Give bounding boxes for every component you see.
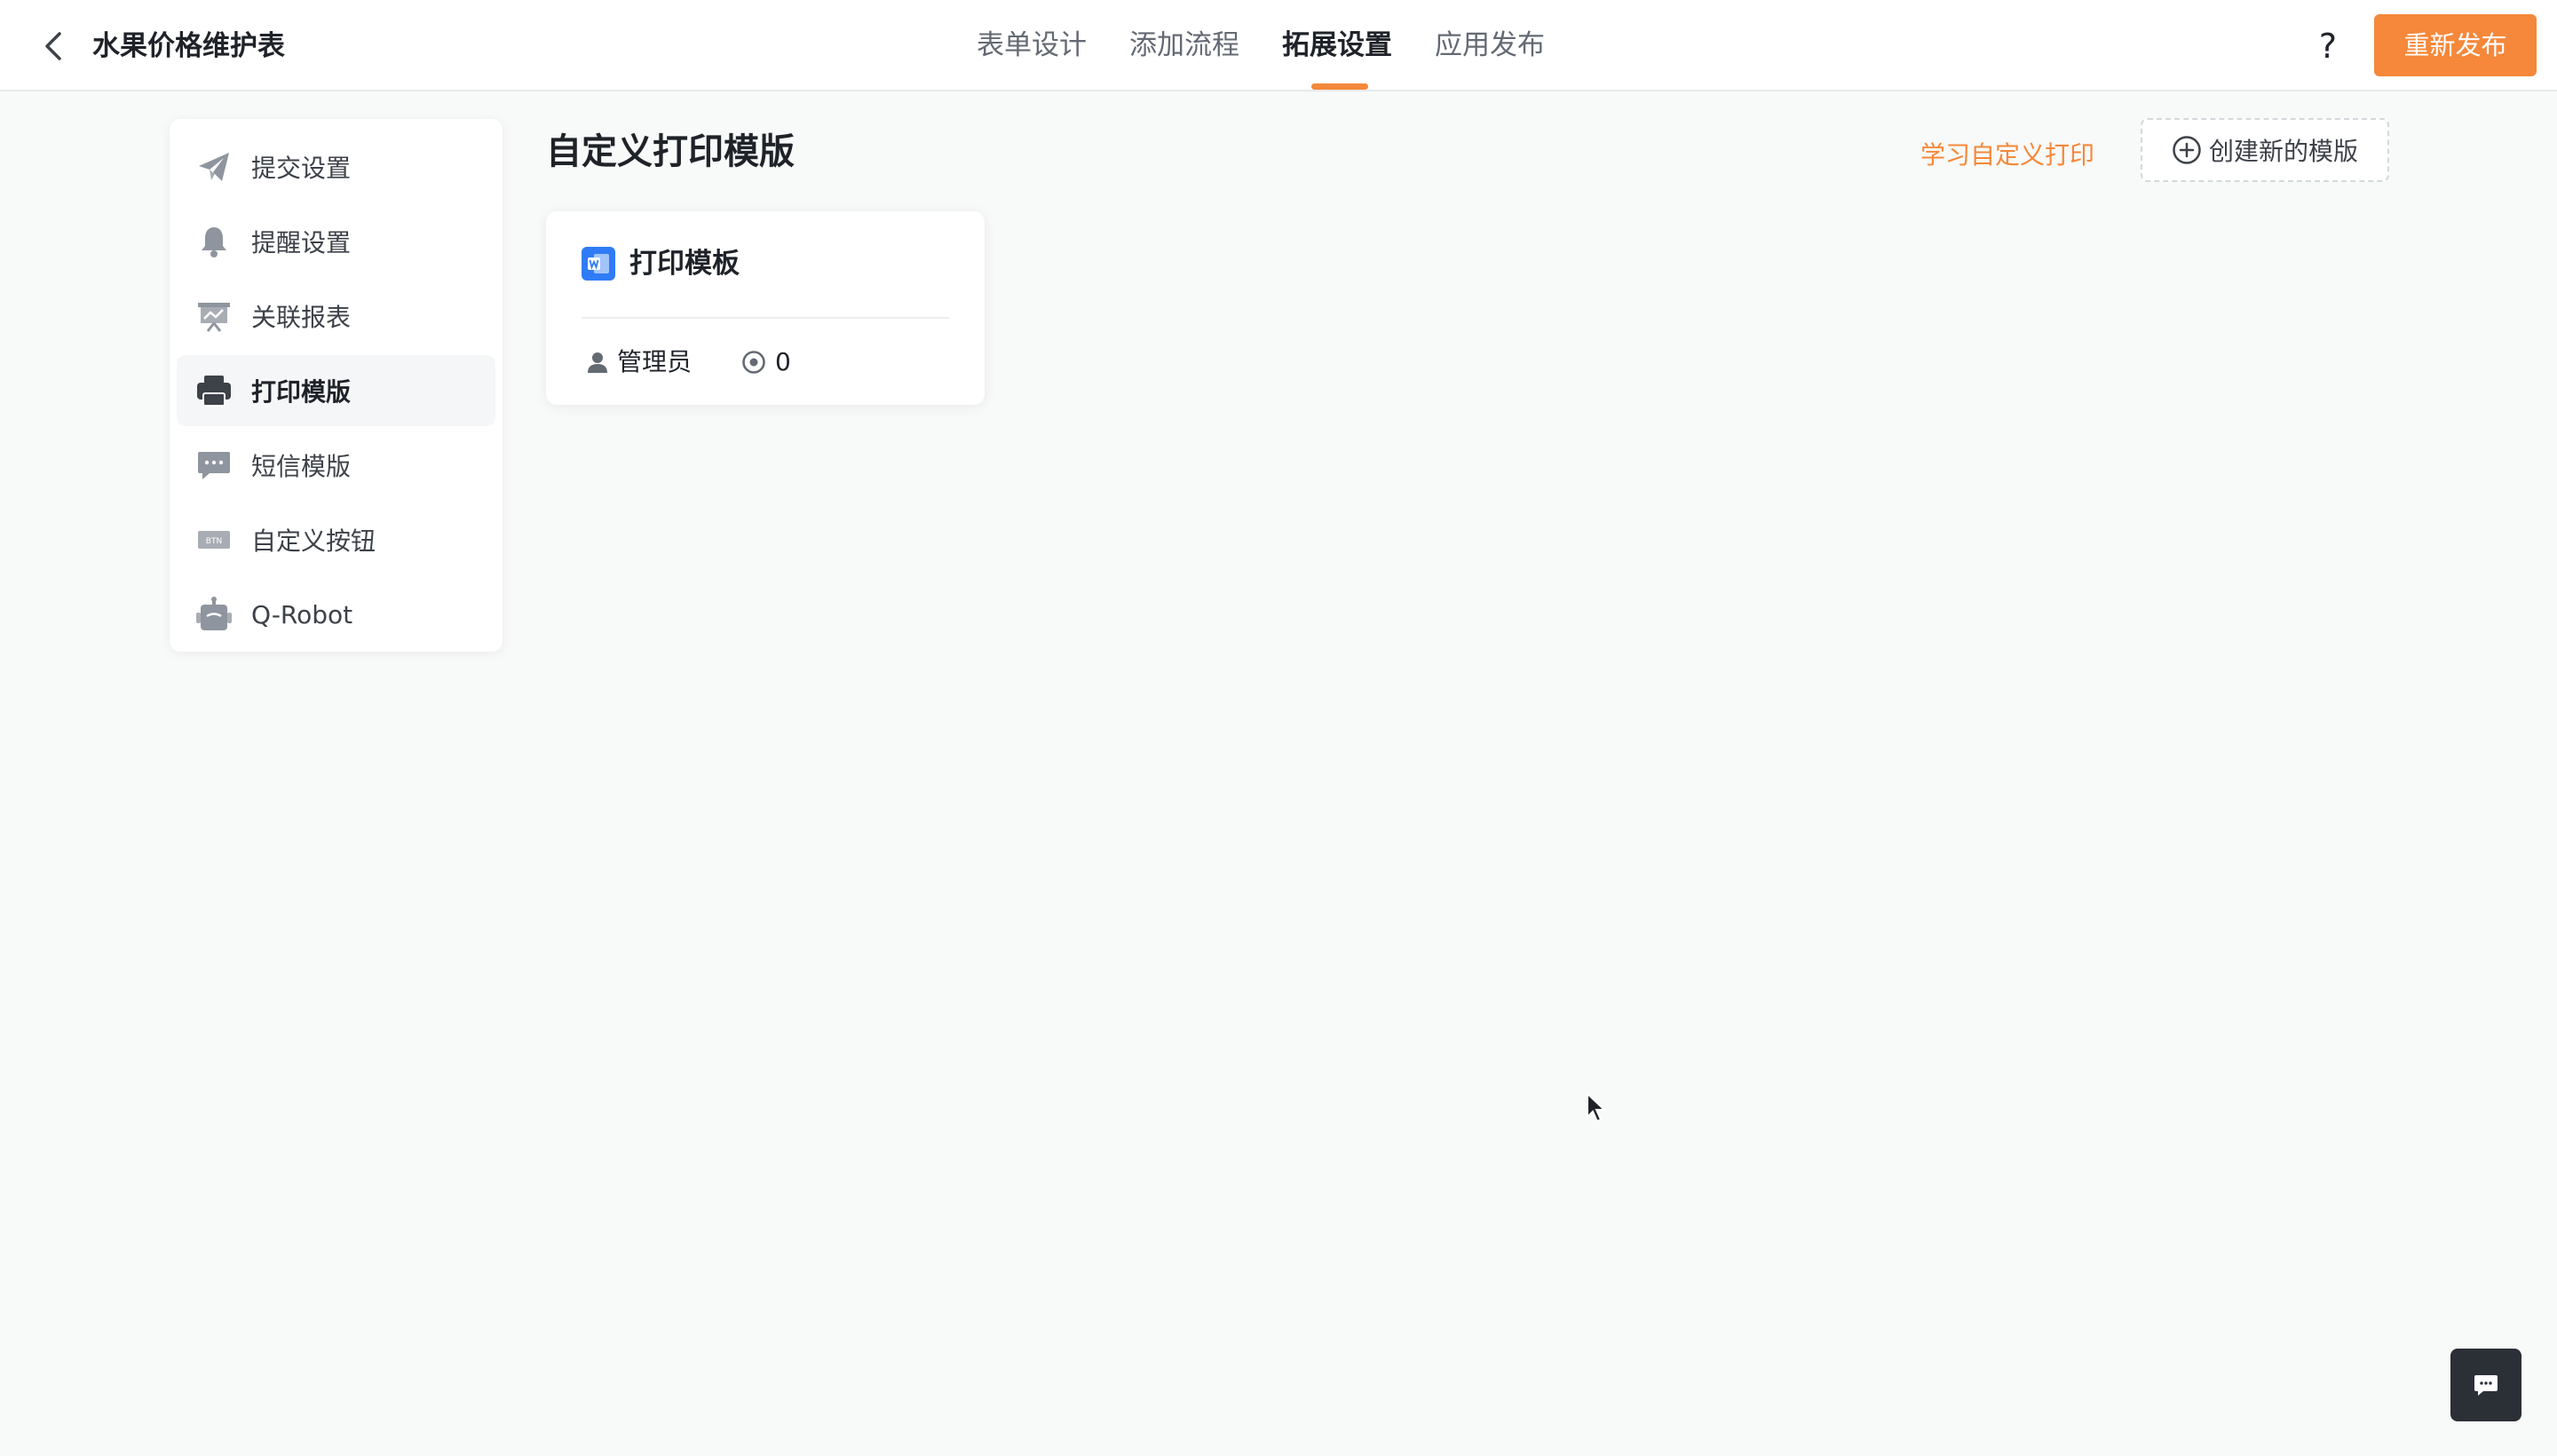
printer-icon — [196, 373, 232, 408]
sidebar-item-linked-reports[interactable]: 关联报表 — [177, 281, 495, 352]
message-icon — [196, 447, 232, 483]
btn-icon: BTN — [196, 522, 232, 558]
template-card[interactable]: 打印模板 管理员 0 — [546, 211, 985, 405]
chevron-left-icon — [45, 32, 61, 60]
target-icon — [741, 350, 766, 375]
sidebar-item-reminder-settings[interactable]: 提醒设置 — [177, 206, 495, 277]
plus-circle-icon — [2172, 135, 2202, 165]
sidebar-item-label: 短信模版 — [251, 452, 352, 481]
tab-bar: 表单设计 添加流程 拓展设置 应用发布 — [977, 0, 1587, 91]
sidebar-item-sms-templates[interactable]: 短信模版 — [177, 430, 495, 501]
sidebar-item-submit-settings[interactable]: 提交设置 — [177, 131, 495, 202]
help-button[interactable]: ? — [2310, 25, 2346, 67]
svg-text:BTN: BTN — [206, 537, 222, 546]
send-icon — [196, 149, 232, 185]
tab-extension-settings[interactable]: 拓展设置 — [1282, 0, 1392, 91]
tab-form-design[interactable]: 表单设计 — [977, 0, 1087, 91]
learn-custom-print-link[interactable]: 学习自定义打印 — [1920, 138, 2094, 173]
republish-button[interactable]: 重新发布 — [2374, 14, 2537, 76]
template-owner: 管理员 — [587, 344, 692, 380]
sidebar-item-label: 自定义按钮 — [251, 526, 376, 556]
sidebar-item-custom-buttons[interactable]: BTN 自定义按钮 — [177, 504, 495, 575]
sidebar-item-label: 提醒设置 — [251, 228, 352, 257]
chat-icon — [2474, 1373, 2498, 1397]
user-icon — [587, 351, 608, 374]
top-bar: 水果价格维护表 表单设计 添加流程 拓展设置 应用发布 ? 重新发布 — [0, 0, 2557, 91]
template-name: 打印模板 — [629, 248, 740, 280]
bell-icon — [196, 224, 232, 259]
template-usage-count: 0 — [741, 344, 791, 380]
sidebar-item-label: 打印模版 — [251, 377, 352, 407]
owner-label: 管理员 — [617, 347, 693, 376]
page-title: 自定义打印模版 — [546, 131, 795, 172]
chat-support-button[interactable] — [2450, 1349, 2521, 1421]
sidebar-item-label: 提交设置 — [251, 154, 352, 183]
sidebar-item-print-templates[interactable]: 打印模版 — [177, 355, 495, 426]
usage-count: 0 — [775, 347, 791, 376]
tab-add-workflow[interactable]: 添加流程 — [1129, 0, 1239, 91]
card-divider — [582, 317, 949, 319]
create-template-label: 创建新的模版 — [2208, 137, 2358, 166]
word-doc-icon — [582, 247, 615, 281]
create-template-button[interactable]: 创建新的模版 — [2141, 118, 2389, 182]
report-icon — [196, 298, 232, 334]
tab-app-publish[interactable]: 应用发布 — [1435, 0, 1545, 91]
back-button[interactable] — [36, 28, 71, 64]
app-title: 水果价格维护表 — [92, 30, 285, 62]
settings-sidebar: 提交设置 提醒设置 关联报表 打印模版 短信模版 BTN 自定义按钮 Q-Rob… — [170, 119, 503, 652]
mouse-cursor-icon — [1586, 1091, 1607, 1128]
robot-icon — [196, 597, 232, 632]
sidebar-item-label: Q-Robot — [251, 599, 353, 629]
sidebar-item-label: 关联报表 — [251, 303, 352, 332]
sidebar-item-q-robot[interactable]: Q-Robot — [177, 579, 495, 650]
